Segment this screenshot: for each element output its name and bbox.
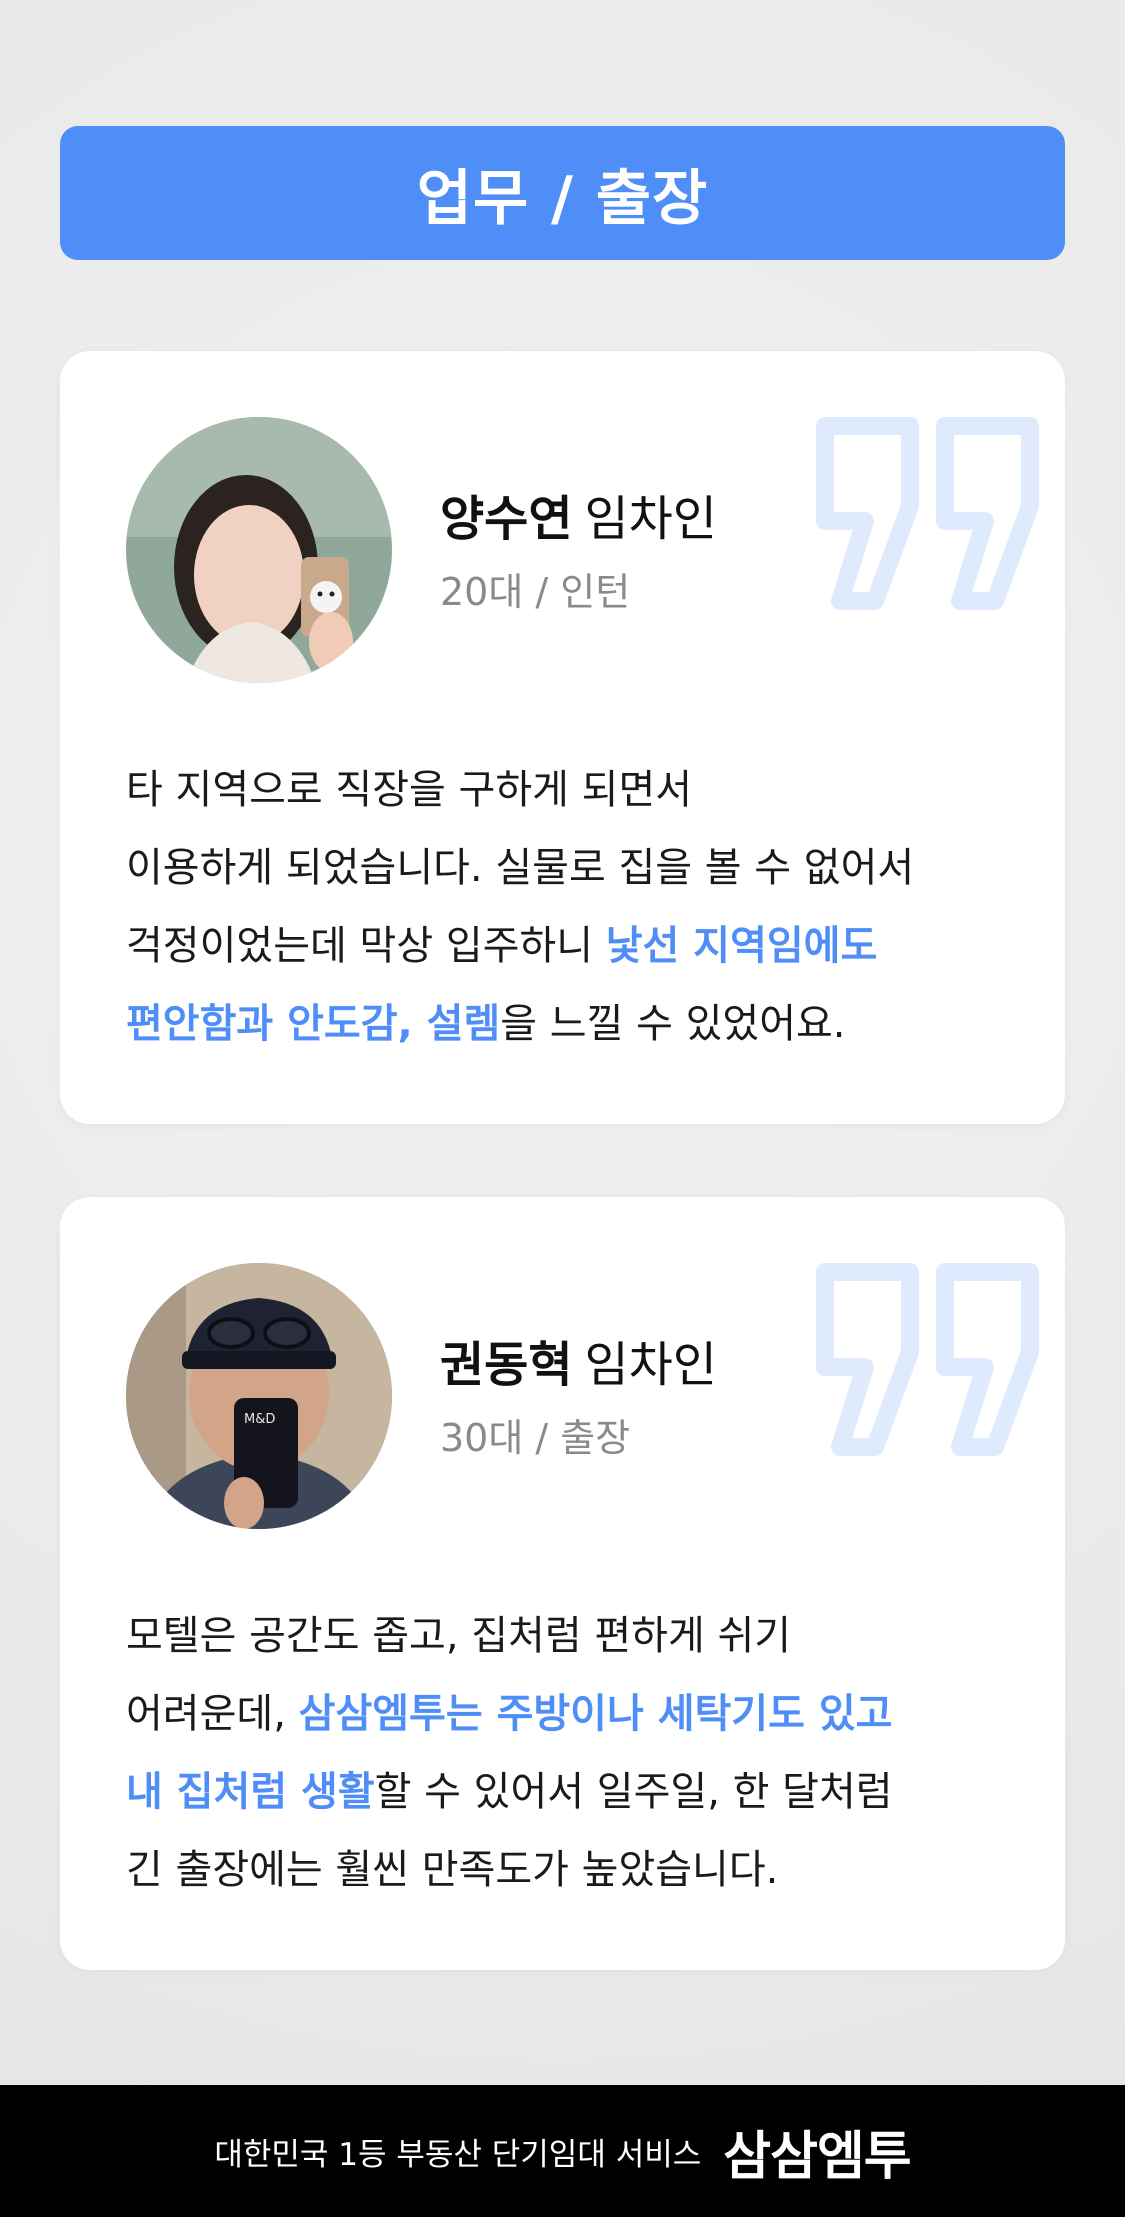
review-line: 긴 출장에는 훨씬 만족도가 높았습니다.: [126, 1847, 779, 1893]
category-banner: 업무 / 출장: [60, 126, 1065, 260]
reviewer-name: 양수연 임차인: [440, 479, 717, 549]
review-card: M&D 권동혁 임차인 30대 / 출장 모텔은 공간도 좁고, 집처럼 편하게 …: [60, 1197, 1065, 1970]
reviewer-name-text: 양수연: [440, 491, 573, 547]
reviewer-meta: 30대 / 출장: [440, 1416, 631, 1460]
review-line: 타 지역으로 직장을 구하게 되면서: [126, 767, 693, 813]
review-line: 이용하게 되었습니다. 실물로 집을 볼 수 없어서: [126, 845, 915, 891]
review-line: 내 집처럼 생활할 수 있어서 일주일, 한 달처럼: [126, 1769, 893, 1815]
quote-mark-icon: [805, 411, 1065, 631]
review-line: 걱정이었는데 막상 입주하니 낯선 지역임에도: [126, 923, 878, 969]
reviewer-name-text: 권동혁: [440, 1337, 573, 1393]
footer-bar: 대한민국 1등 부동산 단기임대 서비스 삼삼엠투: [0, 2085, 1125, 2217]
review-line: 모텔은 공간도 좁고, 집처럼 편하게 쉬기: [126, 1613, 792, 1659]
reviewer-role: 임차인: [584, 491, 717, 547]
category-title: 업무 / 출장: [416, 163, 709, 234]
reviewer-role: 임차인: [584, 1337, 717, 1393]
review-body: 모텔은 공간도 좁고, 집처럼 편하게 쉬기 어려운데, 삼삼엠투는 주방이나 …: [126, 1597, 1026, 1909]
reviewer-name: 권동혁 임차인: [440, 1325, 717, 1395]
review-highlight: 낯선 지역임에도: [605, 923, 878, 969]
reviewer-meta: 20대 / 인턴: [440, 570, 631, 614]
footer-tagline: 대한민국 1등 부동산 단기임대 서비스: [214, 2136, 702, 2173]
avatar: [126, 417, 392, 683]
svg-text:M&D: M&D: [244, 1412, 275, 1427]
review-highlight: 내 집처럼 생활: [126, 1769, 375, 1815]
review-highlight: 삼삼엠투는 주방이나 세탁기도 있고: [298, 1691, 893, 1737]
brand-logo: 삼삼엠투: [723, 2126, 911, 2187]
quote-mark-icon: [805, 1257, 1065, 1477]
review-highlight: 편안함과 안도감, 설렘: [126, 1001, 501, 1047]
avatar: M&D: [126, 1263, 392, 1529]
review-body: 타 지역으로 직장을 구하게 되면서 이용하게 되었습니다. 실물로 집을 볼 …: [126, 751, 1026, 1063]
review-line: 어려운데, 삼삼엠투는 주방이나 세탁기도 있고: [126, 1691, 893, 1737]
review-line: 편안함과 안도감, 설렘을 느낄 수 있었어요.: [126, 1001, 846, 1047]
review-card: 양수연 임차인 20대 / 인턴 타 지역으로 직장을 구하게 되면서 이용하게 …: [60, 351, 1065, 1124]
